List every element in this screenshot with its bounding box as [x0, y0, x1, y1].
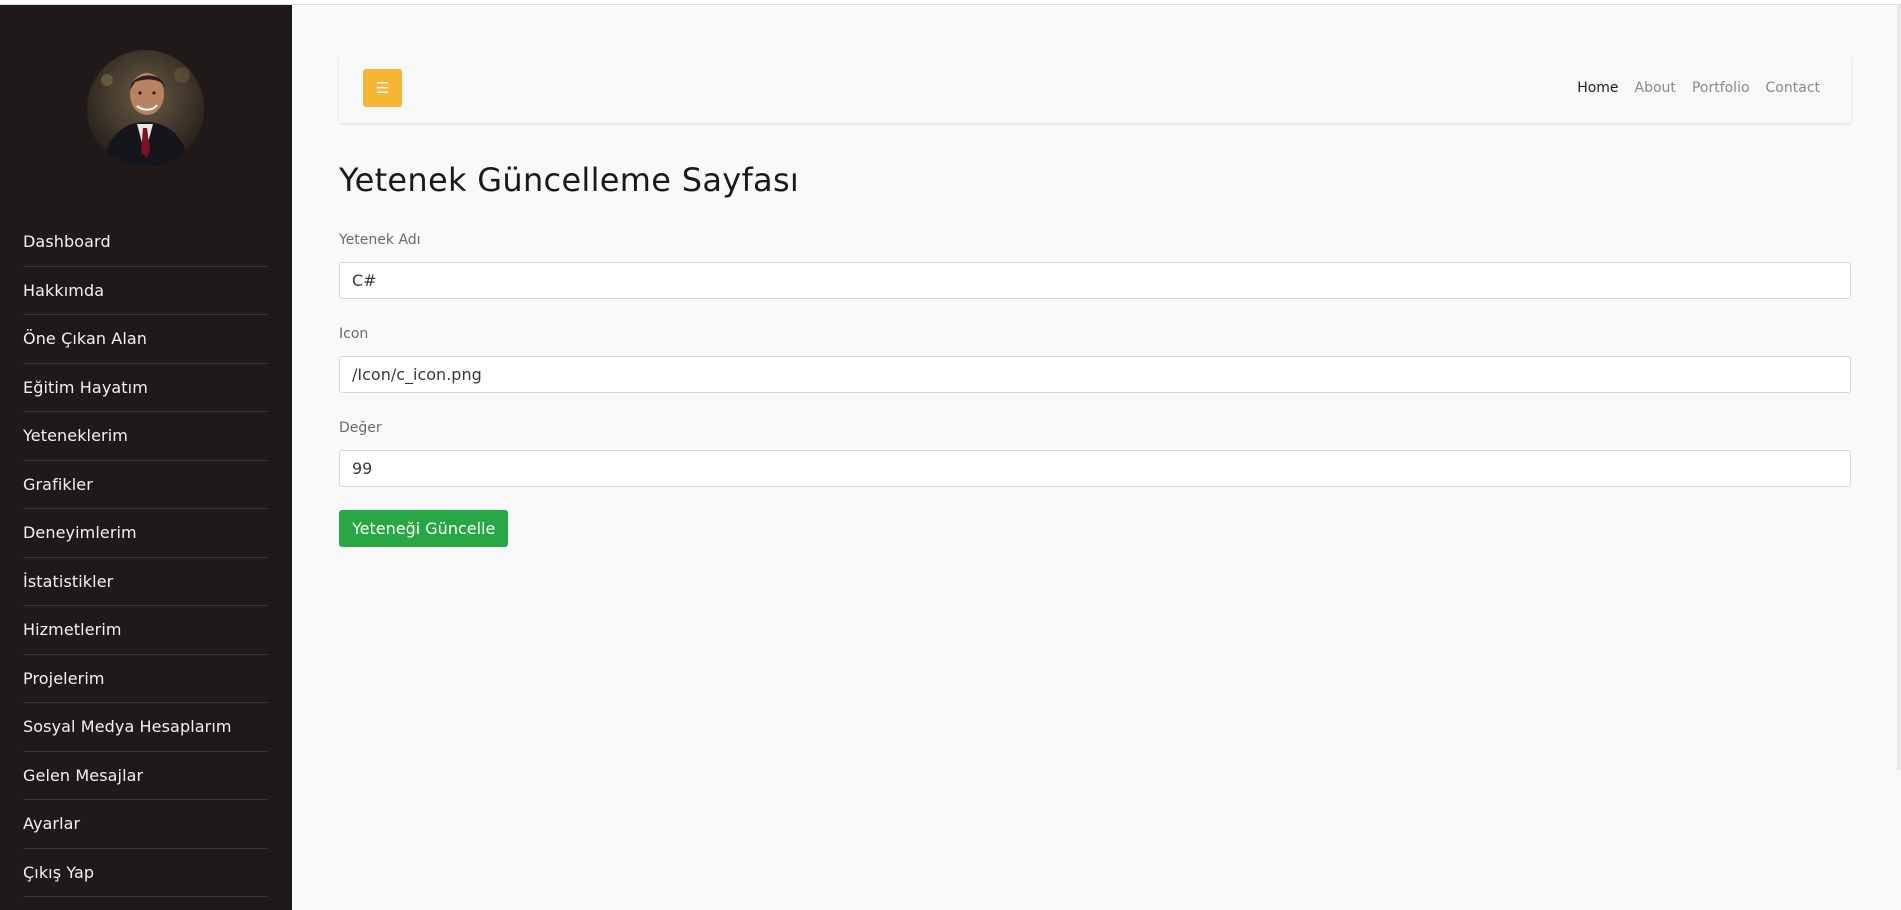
top-nav-links: Home About Portfolio Contact [1577, 53, 1820, 123]
sidebar-toggle-button[interactable]: ☰ [363, 69, 402, 107]
sidebar-nav: Dashboard Hakkımda Öne Çıkan Alan Eğitim… [23, 218, 269, 897]
icon-label: Icon [339, 326, 369, 342]
scrollbar[interactable] [1897, 5, 1901, 770]
nav-link-portfolio[interactable]: Portfolio [1692, 80, 1750, 96]
update-skill-button[interactable]: Yeteneği Güncelle [339, 510, 509, 547]
sidebar-item-hizmetlerim[interactable]: Hizmetlerim [23, 606, 269, 655]
sidebar-item-one-cikan-alan[interactable]: Öne Çıkan Alan [23, 315, 269, 364]
page-title: Yetenek Güncelleme Sayfası [339, 161, 800, 199]
skill-value-input[interactable] [339, 450, 1851, 487]
sidebar: Dashboard Hakkımda Öne Çıkan Alan Eğitim… [0, 5, 292, 910]
sidebar-item-dashboard[interactable]: Dashboard [23, 218, 269, 267]
top-navbar: ☰ Home About Portfolio Contact [339, 53, 1851, 123]
sidebar-item-yeteneklerim[interactable]: Yeteneklerim [23, 412, 269, 461]
nav-link-about[interactable]: About [1635, 80, 1676, 96]
sidebar-item-sosyal-medya[interactable]: Sosyal Medya Hesaplarım [23, 703, 269, 752]
sidebar-item-deneyimlerim[interactable]: Deneyimlerim [23, 509, 269, 558]
profile-photo-icon [87, 50, 204, 167]
bars-icon: ☰ [375, 78, 390, 97]
avatar [87, 50, 204, 167]
sidebar-item-egitim-hayatim[interactable]: Eğitim Hayatım [23, 364, 269, 412]
sidebar-item-hakkimda[interactable]: Hakkımda [23, 267, 269, 315]
sidebar-item-projelerim[interactable]: Projelerim [23, 655, 269, 703]
value-label: Değer [339, 420, 382, 436]
skill-name-input[interactable] [339, 262, 1851, 299]
sidebar-item-gelen-mesajlar[interactable]: Gelen Mesajlar [23, 752, 269, 800]
sidebar-item-cikis-yap[interactable]: Çıkış Yap [23, 849, 269, 897]
nav-link-contact[interactable]: Contact [1766, 80, 1820, 96]
icon-path-input[interactable] [339, 356, 1851, 393]
skill-name-label: Yetenek Adı [339, 232, 421, 248]
main-content: ☰ Home About Portfolio Contact Yetenek G… [292, 5, 1897, 910]
nav-link-home[interactable]: Home [1577, 80, 1618, 96]
sidebar-item-istatistikler[interactable]: İstatistikler [23, 558, 269, 606]
sidebar-item-ayarlar[interactable]: Ayarlar [23, 800, 269, 849]
sidebar-item-grafikler[interactable]: Grafikler [23, 461, 269, 509]
